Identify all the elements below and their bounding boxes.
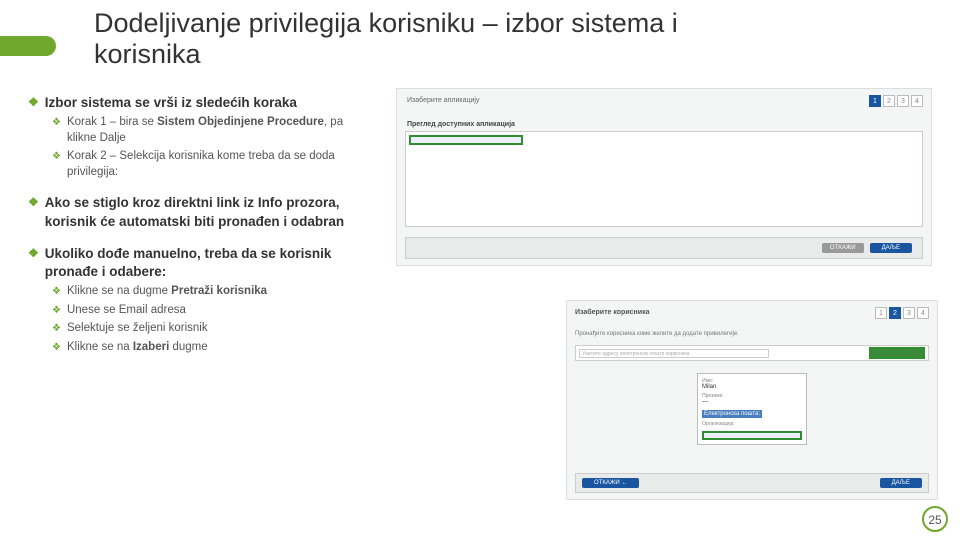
t: dugme <box>169 341 207 353</box>
wizard-step-3[interactable]: 3 <box>897 95 909 107</box>
bullet-1a: ❖ Korak 1 – bira se Sistem Objedinjene P… <box>52 115 368 146</box>
next-button[interactable]: ДАЉЕ <box>870 243 912 253</box>
bullet-1a-text: Korak 1 – bira se Sistem Objedinjene Pro… <box>67 115 368 146</box>
bullet-3b-text: Unese se Email adresa <box>67 303 186 319</box>
panel-a-header: Изаберите апликацију <box>407 97 480 104</box>
next-button[interactable]: ДАЉЕ <box>880 478 922 488</box>
wizard-steps: 1 2 3 4 <box>875 307 929 319</box>
user-result-card[interactable]: Име: Milan Презиме: — Електронска пошта:… <box>697 373 807 445</box>
org-label: Организација: <box>702 421 802 427</box>
bullet-3: ❖ Ukoliko dođe manuelno, treba da se kor… <box>28 245 368 281</box>
accent-tab <box>0 36 56 56</box>
bullet-1: ❖ Izbor sistema se vrši iz sledećih kora… <box>28 94 368 112</box>
bullet-1b-text: Korak 2 – Selekcija korisnika kome treba… <box>67 149 368 180</box>
panel-b-subtext: Пронађите корисника коме желите да додат… <box>575 331 739 337</box>
search-user-button[interactable] <box>869 347 925 359</box>
bullet-2-text: Ako se stiglo kroz direktni link iz Info… <box>45 194 368 230</box>
wizard-step-2[interactable]: 2 <box>889 307 901 319</box>
wizard-step-4[interactable]: 4 <box>911 95 923 107</box>
wizard-step-4[interactable]: 4 <box>917 307 929 319</box>
content-outline: ❖ Izbor sistema se vrši iz sledećih kora… <box>28 88 368 358</box>
search-row: Унесите адресу електронске поште корисни… <box>575 345 929 361</box>
wizard-step-1[interactable]: 1 <box>869 95 881 107</box>
name-value: Milan <box>702 384 802 390</box>
wizard-steps: 1 2 3 4 <box>869 95 923 107</box>
wizard-step-1[interactable]: 1 <box>875 307 887 319</box>
back-button[interactable]: ОТКАЖИ ← <box>582 478 639 488</box>
diamond-icon: ❖ <box>28 94 39 111</box>
screenshot-step2-panel: 1 2 3 4 Изаберите корисника Пронађите ко… <box>566 300 938 500</box>
app-list-box <box>405 131 923 227</box>
t: Korak 1 – bira se <box>67 116 157 128</box>
cancel-button[interactable]: ОТКАЖИ <box>822 243 864 253</box>
panel-b-header: Изаберите корисника <box>575 309 649 316</box>
email-field[interactable]: Унесите адресу електронске поште корисни… <box>579 349 769 358</box>
bullet-3c: ❖ Selektuje se željeni korisnik <box>52 321 368 337</box>
diamond-icon: ❖ <box>52 340 61 355</box>
bullet-3d: ❖ Klikne se na Izaberi dugme <box>52 340 368 356</box>
page-title: Dodeljivanje privilegija korisniku – izb… <box>94 8 754 70</box>
bullet-3b: ❖ Unese se Email adresa <box>52 303 368 319</box>
t-bold: Izaberi <box>133 341 169 353</box>
bullet-1-text: Izbor sistema se vrši iz sledećih koraka <box>45 94 297 112</box>
bullet-3c-text: Selektuje se željeni korisnik <box>67 321 208 337</box>
wizard-step-3[interactable]: 3 <box>903 307 915 319</box>
selected-app-highlight[interactable] <box>409 135 523 145</box>
diamond-icon: ❖ <box>52 149 61 164</box>
diamond-icon: ❖ <box>52 321 61 336</box>
email-label: Електронска пошта: <box>702 410 762 418</box>
panel-b-footer: ОТКАЖИ ← ДАЉЕ <box>575 473 929 493</box>
surname-value: — <box>702 399 802 405</box>
bullet-3-text: Ukoliko dođe manuelno, treba da se koris… <box>45 245 368 281</box>
bullet-3a: ❖ Klikne se na dugme Pretraži korisnika <box>52 284 368 300</box>
bullet-2: ❖ Ako se stiglo kroz direktni link iz In… <box>28 194 368 230</box>
screenshot-step1-panel: 1 2 3 4 Изаберите апликацију Преглед дос… <box>396 88 932 266</box>
bullet-1b: ❖ Korak 2 – Selekcija korisnika kome tre… <box>52 149 368 180</box>
t-bold: Pretraži korisnika <box>171 285 267 297</box>
diamond-icon: ❖ <box>52 284 61 299</box>
panel-a-footer: ОТКАЖИ ДАЉЕ <box>405 237 923 259</box>
panel-a-sublabel: Преглед доступних апликација <box>407 121 515 128</box>
t-bold: Sistem Objedinjene Procedure <box>157 116 324 128</box>
bullet-3a-text: Klikne se na dugme Pretraži korisnika <box>67 284 267 300</box>
t: Klikne se na <box>67 341 133 353</box>
diamond-icon: ❖ <box>52 303 61 318</box>
diamond-icon: ❖ <box>28 245 39 262</box>
wizard-step-2[interactable]: 2 <box>883 95 895 107</box>
diamond-icon: ❖ <box>28 194 39 211</box>
bullet-3d-text: Klikne se na Izaberi dugme <box>67 340 208 356</box>
page-number: 25 <box>922 506 948 532</box>
select-user-highlight[interactable] <box>702 431 802 440</box>
t: Klikne se na dugme <box>67 285 171 297</box>
diamond-icon: ❖ <box>52 115 61 130</box>
